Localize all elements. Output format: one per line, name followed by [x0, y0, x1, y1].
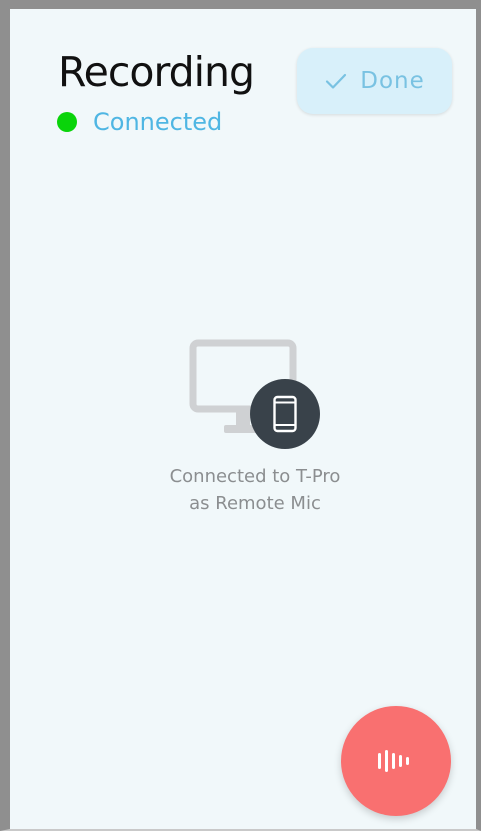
done-button[interactable]: Done [297, 48, 452, 114]
status-indicator-dot [57, 112, 77, 132]
smartphone-icon [250, 379, 320, 449]
page-title: Recording [58, 48, 255, 96]
connection-status: Connected [57, 103, 222, 141]
record-mic-button[interactable] [341, 706, 451, 816]
checkmark-icon [326, 73, 347, 89]
caption-line-2: as Remote Mic [189, 493, 321, 514]
monitor-icon [189, 339, 320, 449]
audio-waveform-icon [378, 750, 409, 772]
app-screen: Recording Connected Done Connected to T-… [0, 0, 481, 831]
remote-mic-illustration [188, 339, 328, 459]
done-button-label: Done [360, 68, 425, 94]
connection-caption: Connected to T-Pro as Remote Mic [130, 463, 380, 517]
status-text: Connected [93, 108, 223, 136]
caption-line-1: Connected to T-Pro [169, 466, 341, 487]
